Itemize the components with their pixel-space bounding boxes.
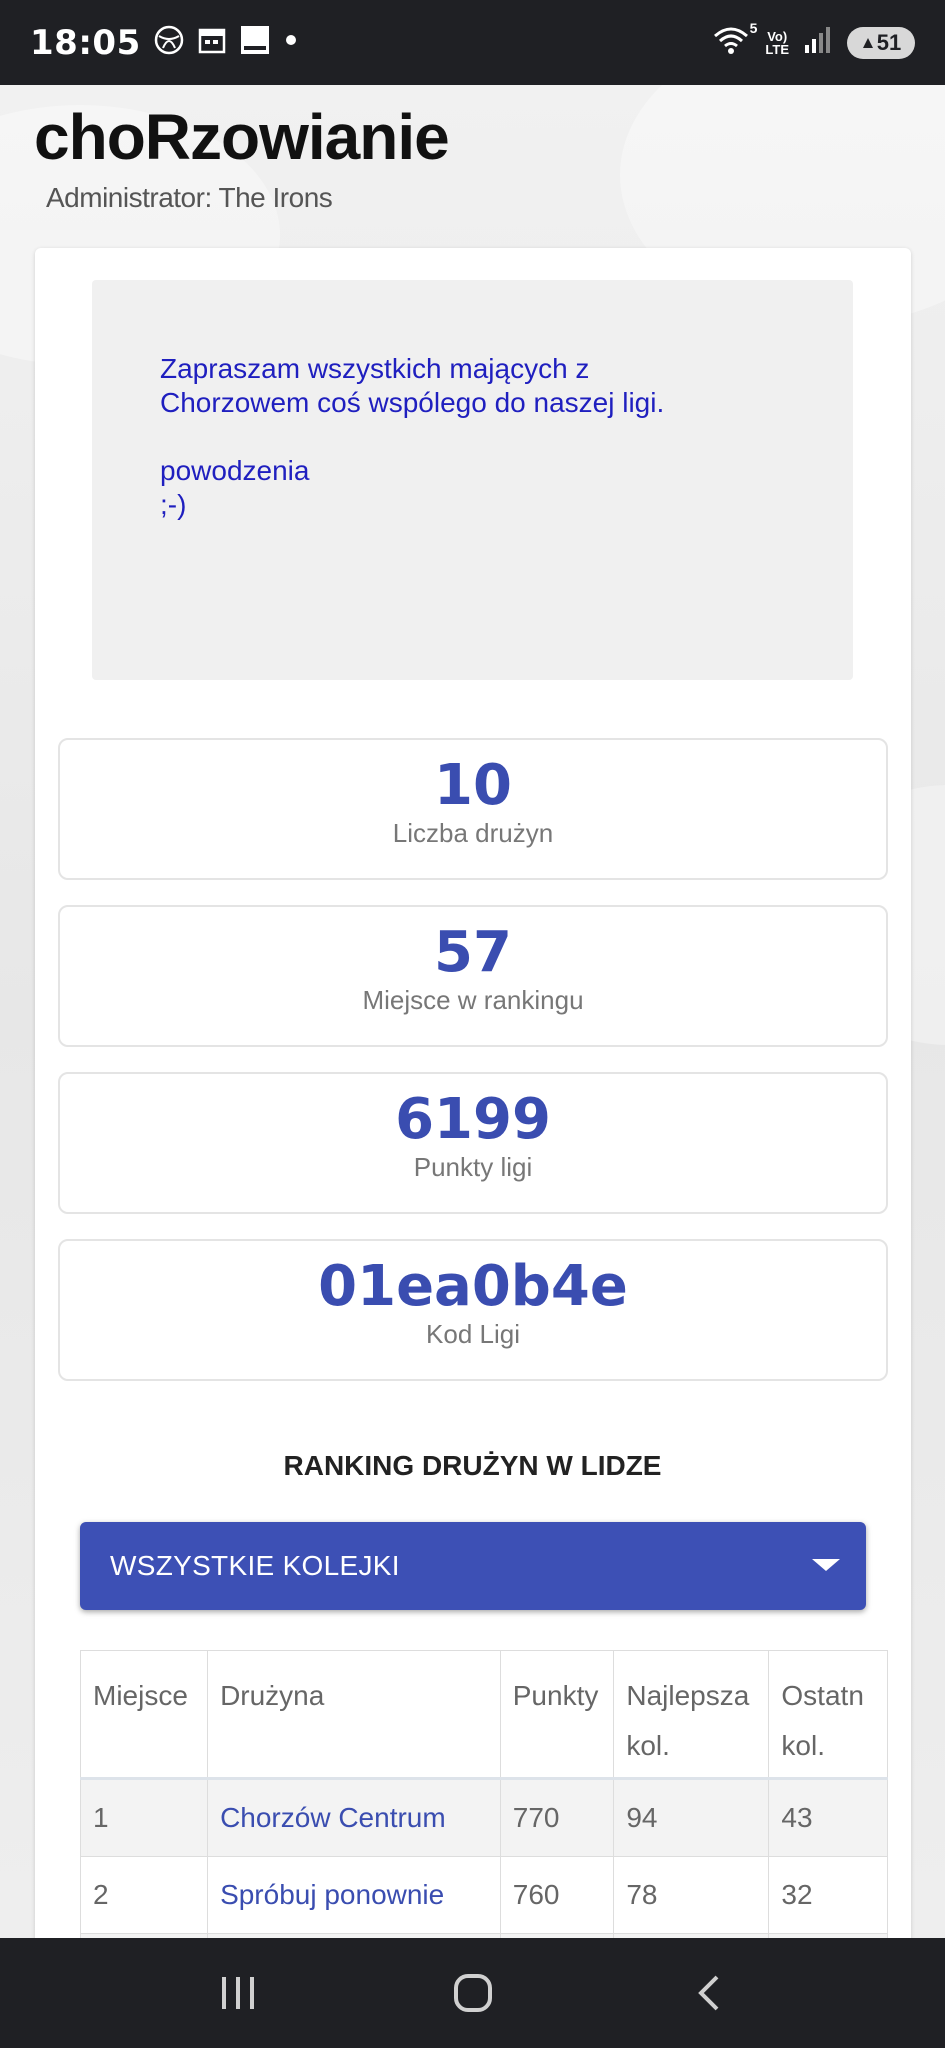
stat-ranking-position: 57 Miejsce w rankingu bbox=[58, 905, 888, 1047]
column-header-team[interactable]: Drużyna bbox=[207, 1650, 501, 1779]
battery-saver-icon bbox=[862, 37, 873, 48]
signal-icon bbox=[803, 25, 833, 60]
stat-label: Punkty ligi bbox=[413, 1152, 533, 1182]
cell-team: Spróbuj ponownie bbox=[207, 1856, 501, 1934]
stat-value: 6199 bbox=[395, 1087, 551, 1152]
announcement-line: powodzenia bbox=[160, 455, 310, 486]
recent-apps-button[interactable] bbox=[198, 1953, 278, 2033]
cell-place: 1 bbox=[80, 1778, 209, 1857]
recent-apps-icon bbox=[221, 1977, 254, 2009]
stat-value: 10 bbox=[434, 753, 512, 818]
announcement-line: Chorzowem coś wspólego do naszej ligi. bbox=[160, 387, 665, 418]
page-title: choRzowianie bbox=[34, 101, 450, 173]
network-type: Vo) LTE bbox=[765, 30, 789, 56]
cell-last-round: 43 bbox=[768, 1778, 888, 1857]
stat-value: 01ea0b4e bbox=[318, 1254, 628, 1319]
home-button[interactable] bbox=[433, 1953, 513, 2033]
announcement-box: Zapraszam wszystkich mających z Chorzowe… bbox=[92, 280, 853, 680]
column-header-place[interactable]: Miejsce bbox=[80, 1650, 209, 1779]
table-row: 1 Chorzów Centrum 770 94 43 bbox=[80, 1778, 888, 1857]
back-icon bbox=[697, 1975, 718, 2011]
wifi-icon: 5 bbox=[711, 20, 757, 61]
cell-best-round: 94 bbox=[613, 1778, 770, 1857]
ranking-table: Miejsce Drużyna Punkty Najlepsza kol. Os… bbox=[80, 1650, 888, 1938]
status-left: 18:05 bbox=[30, 23, 299, 63]
cell-team: Chorzów Centrum bbox=[207, 1778, 501, 1857]
administrator-label: Administrator: The Irons bbox=[46, 182, 333, 213]
cell-last-round: 32 bbox=[768, 1856, 888, 1934]
cell-best-round: 78 bbox=[613, 1856, 770, 1934]
stat-label: Miejsce w rankingu bbox=[362, 985, 584, 1015]
header: choRzowianie bbox=[34, 100, 450, 174]
wifi-badge: 5 bbox=[749, 20, 758, 36]
cell-points: 770 bbox=[499, 1778, 615, 1857]
ranking-title: RANKING DRUŻYN W LIDZE bbox=[283, 1450, 662, 1481]
round-select-value: WSZYSTKIE KOLEJKI bbox=[110, 1550, 400, 1581]
vpn-globe-icon bbox=[153, 24, 185, 61]
stat-league-points: 6199 Punkty ligi bbox=[58, 1072, 888, 1214]
stat-label: Liczba drużyn bbox=[392, 818, 554, 848]
announcement-line: ;-) bbox=[160, 489, 187, 520]
status-time: 18:05 bbox=[30, 22, 141, 63]
table-header-row: Miejsce Drużyna Punkty Najlepsza kol. Os… bbox=[80, 1650, 888, 1779]
stat-team-count: 10 Liczba drużyn bbox=[58, 738, 888, 880]
table-row: 2 Spróbuj ponownie 760 78 32 bbox=[80, 1856, 888, 1934]
stat-value: 57 bbox=[434, 920, 512, 985]
team-link[interactable]: Chorzów Centrum bbox=[220, 1802, 446, 1833]
network-volte: Vo) bbox=[767, 28, 788, 44]
status-bar: 18:05 5 Vo) LTE 51 bbox=[0, 0, 945, 85]
back-button[interactable] bbox=[668, 1953, 748, 2033]
cell-place: 2 bbox=[80, 1856, 209, 1934]
stat-league-code[interactable]: 01ea0b4e Kod Ligi bbox=[58, 1239, 888, 1381]
dot-icon bbox=[283, 32, 299, 53]
column-header-last-round[interactable]: Ostatn kol. bbox=[768, 1650, 888, 1779]
column-header-best-round[interactable]: Najlepsza kol. bbox=[613, 1650, 770, 1779]
calendar-icon bbox=[197, 25, 227, 60]
battery-icon: 51 bbox=[847, 26, 915, 59]
team-link[interactable]: Spróbuj ponownie bbox=[220, 1879, 444, 1910]
chevron-down-icon bbox=[808, 1550, 844, 1582]
network-lte: LTE bbox=[765, 41, 789, 57]
announcement-line: Zapraszam wszystkich mających z bbox=[160, 353, 590, 384]
status-right: 5 Vo) LTE 51 bbox=[711, 20, 915, 61]
battery-level: 51 bbox=[876, 29, 902, 55]
ranking-table-scroll[interactable]: Miejsce Drużyna Punkty Najlepsza kol. Os… bbox=[80, 1650, 888, 1938]
round-select[interactable]: WSZYSTKIE KOLEJKI bbox=[80, 1522, 866, 1610]
stat-label: Kod Ligi bbox=[426, 1319, 520, 1349]
column-header-points[interactable]: Punkty bbox=[499, 1650, 615, 1779]
screenshot-icon bbox=[239, 24, 271, 61]
system-navigation-bar bbox=[0, 1938, 945, 2048]
home-icon bbox=[453, 1974, 492, 2012]
cell-points: 760 bbox=[499, 1856, 615, 1934]
